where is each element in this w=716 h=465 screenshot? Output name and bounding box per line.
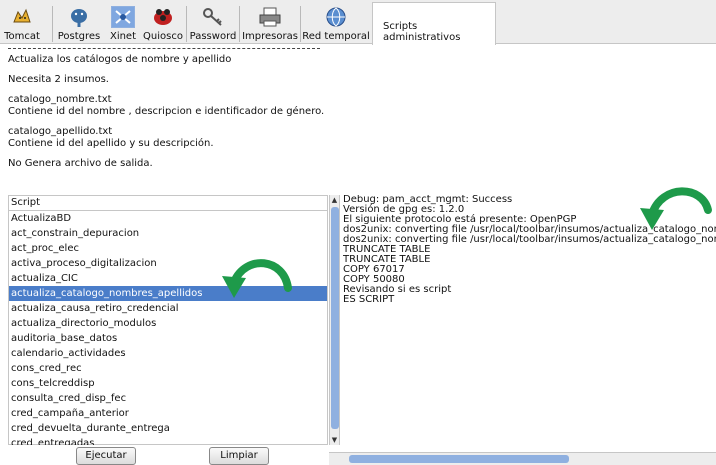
log-line: Revisando si es script <box>343 284 452 295</box>
tool-label: Red temporal <box>302 31 370 42</box>
script-list-item[interactable]: calendario_actividades <box>9 346 327 361</box>
tab-divider <box>300 6 301 42</box>
tab-label: Scripts administrativos <box>383 21 461 43</box>
vertical-scrollbar[interactable]: ▲ ▼ <box>329 195 340 445</box>
script-list-item[interactable]: cred_campaña_anterior <box>9 406 327 421</box>
log-line: ES SCRIPT <box>343 294 395 305</box>
scroll-thumb[interactable] <box>349 455 569 463</box>
description-line <box>8 150 328 158</box>
tool-tomcat[interactable]: Tomcat <box>0 4 44 44</box>
tool-label: Tomcat <box>4 31 40 42</box>
annotation-curved-arrow-icon <box>222 259 292 298</box>
script-description: Actualiza los catálogos de nombre y apel… <box>8 48 328 170</box>
description-line: Actualiza los catálogos de nombre y apel… <box>8 54 232 65</box>
script-list-item[interactable]: act_constrain_depuracion <box>9 226 327 241</box>
tool-impresoras[interactable]: Impresoras <box>240 4 300 44</box>
horizontal-scrollbar[interactable] <box>329 452 716 465</box>
description-line: Contiene id del apellido y su descripció… <box>8 138 214 149</box>
tab-divider <box>239 6 240 42</box>
script-list-pane: Script ActualizaBD act_constrain_depuraci… <box>8 195 328 445</box>
tool-red-temporal[interactable]: Red temporal <box>301 4 371 44</box>
tomcat-icon <box>13 8 31 23</box>
description-line: catalogo_apellido.txt <box>8 126 113 137</box>
tool-label: Xinet <box>109 31 137 42</box>
xinet-icon <box>111 6 135 28</box>
tool-postgres[interactable]: Postgres <box>53 4 105 44</box>
scroll-down-icon[interactable]: ▼ <box>330 435 339 445</box>
description-line: No Genera archivo de salida. <box>8 158 153 169</box>
tool-password[interactable]: Password <box>187 4 239 44</box>
tool-label: Password <box>189 31 237 42</box>
postgres-elephant-icon <box>71 9 87 27</box>
script-list-item[interactable]: cred_entregadas <box>9 436 327 445</box>
tab-divider <box>52 6 53 42</box>
description-line <box>8 118 328 126</box>
run-button[interactable]: Ejecutar <box>76 447 136 465</box>
clear-button[interactable]: Limpiar <box>209 447 269 465</box>
script-list[interactable]: ActualizaBD act_constrain_depuracion act_p… <box>9 211 327 445</box>
script-list-item[interactable]: actualiza_causa_retiro_credencial <box>9 301 327 316</box>
tool-label: Postgres <box>57 31 101 42</box>
script-list-item[interactable]: auditoria_base_datos <box>9 331 327 346</box>
tool-quiosco[interactable]: Quiosco <box>141 4 185 44</box>
script-list-item[interactable]: actualiza_directorio_modulos <box>9 316 327 331</box>
script-list-item[interactable]: cons_telcreddisp <box>9 376 327 391</box>
script-list-item[interactable]: cons_cred_rec <box>9 361 327 376</box>
script-list-header[interactable]: Script <box>9 196 327 211</box>
tab-scripts-administrativos[interactable]: Scripts administrativos <box>372 2 496 45</box>
network-globe-icon <box>326 7 346 27</box>
description-line <box>8 66 328 74</box>
tool-label: Quiosco <box>143 31 183 42</box>
kiosk-icon <box>154 9 172 25</box>
script-list-item[interactable]: cred_devuelta_durante_entrega <box>9 421 327 436</box>
divider <box>8 48 320 50</box>
scroll-up-icon[interactable]: ▲ <box>330 195 339 205</box>
scroll-thumb[interactable] <box>331 207 339 429</box>
tool-label: Impresoras <box>242 31 298 42</box>
toolbar: Tomcat Postgres Xinet Quiosco Password I… <box>0 0 716 45</box>
script-list-item[interactable]: ActualizaBD <box>9 211 327 226</box>
tool-xinet[interactable]: Xinet <box>106 4 140 44</box>
tab-divider <box>186 6 187 42</box>
description-line <box>8 86 328 94</box>
description-line: Contiene id del nombre , descripcion e i… <box>8 106 325 117</box>
script-list-item[interactable]: consulta_cred_disp_fec <box>9 391 327 406</box>
annotation-curved-arrow-icon <box>640 187 712 230</box>
description-line: Necesita 2 insumos. <box>8 74 109 85</box>
key-icon <box>203 8 222 26</box>
printer-icon <box>259 7 281 27</box>
description-line: catalogo_nombre.txt <box>8 94 112 105</box>
